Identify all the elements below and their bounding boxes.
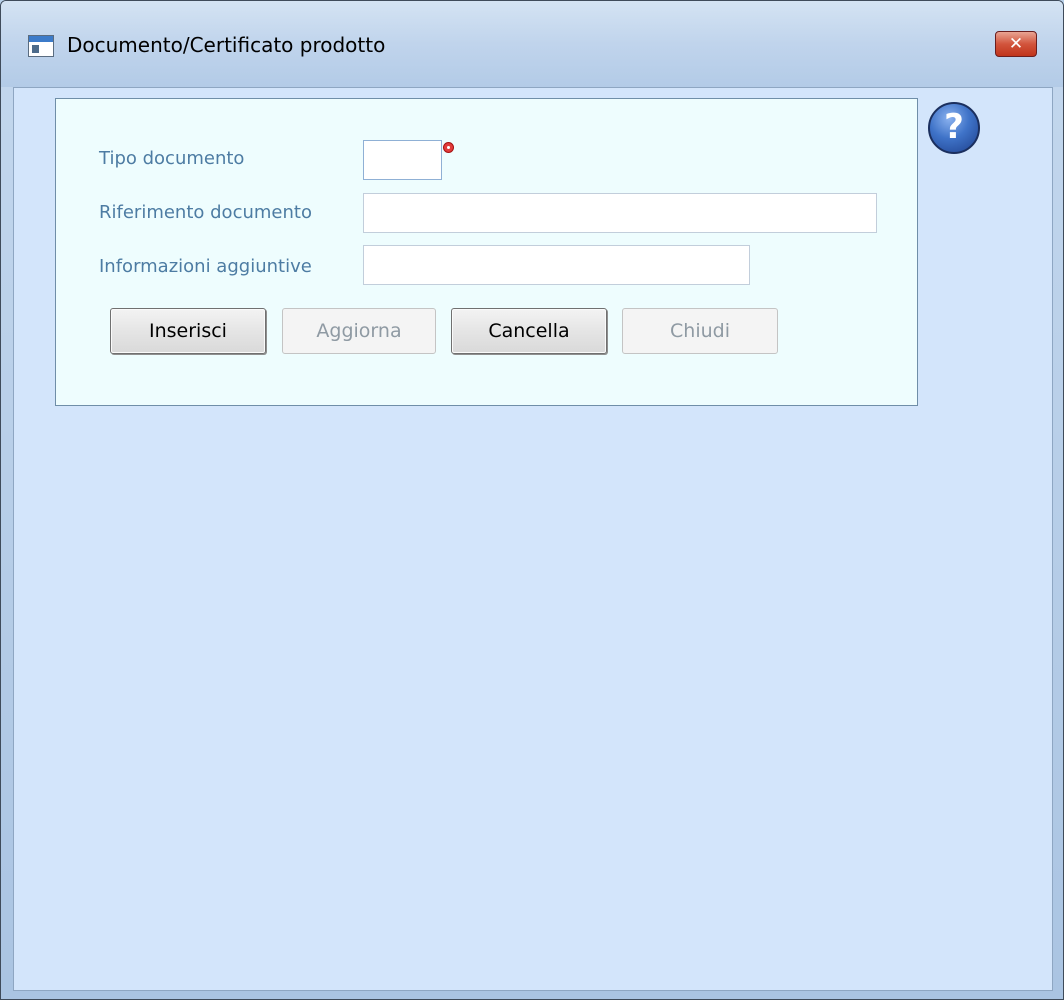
document-form-panel: Tipo documento Riferimento documento Inf… — [55, 98, 918, 406]
chiudi-button[interactable]: Chiudi — [622, 308, 778, 354]
required-field-icon — [443, 142, 454, 153]
informazioni-aggiuntive-label: Informazioni aggiuntive — [99, 256, 312, 277]
tipo-documento-label: Tipo documento — [99, 148, 245, 169]
aggiorna-button[interactable]: Aggiorna — [282, 308, 436, 354]
title-bar[interactable]: Documento/Certificato prodotto ✕ — [1, 1, 1063, 87]
window-title: Documento/Certificato prodotto — [67, 33, 386, 57]
riferimento-documento-label: Riferimento documento — [99, 202, 312, 223]
informazioni-aggiuntive-field[interactable] — [363, 245, 750, 285]
dialog-client-area: Tipo documento Riferimento documento Inf… — [13, 87, 1053, 991]
close-button[interactable]: ✕ — [995, 31, 1037, 57]
inserisci-button[interactable]: Inserisci — [110, 308, 266, 354]
tipo-documento-field[interactable] — [363, 140, 442, 180]
dialog-window: Documento/Certificato prodotto ✕ Tipo do… — [0, 0, 1064, 1000]
window-app-icon — [28, 35, 54, 57]
help-icon[interactable]: ? — [928, 102, 980, 154]
cancella-button[interactable]: Cancella — [451, 308, 607, 354]
riferimento-documento-field[interactable] — [363, 193, 877, 233]
